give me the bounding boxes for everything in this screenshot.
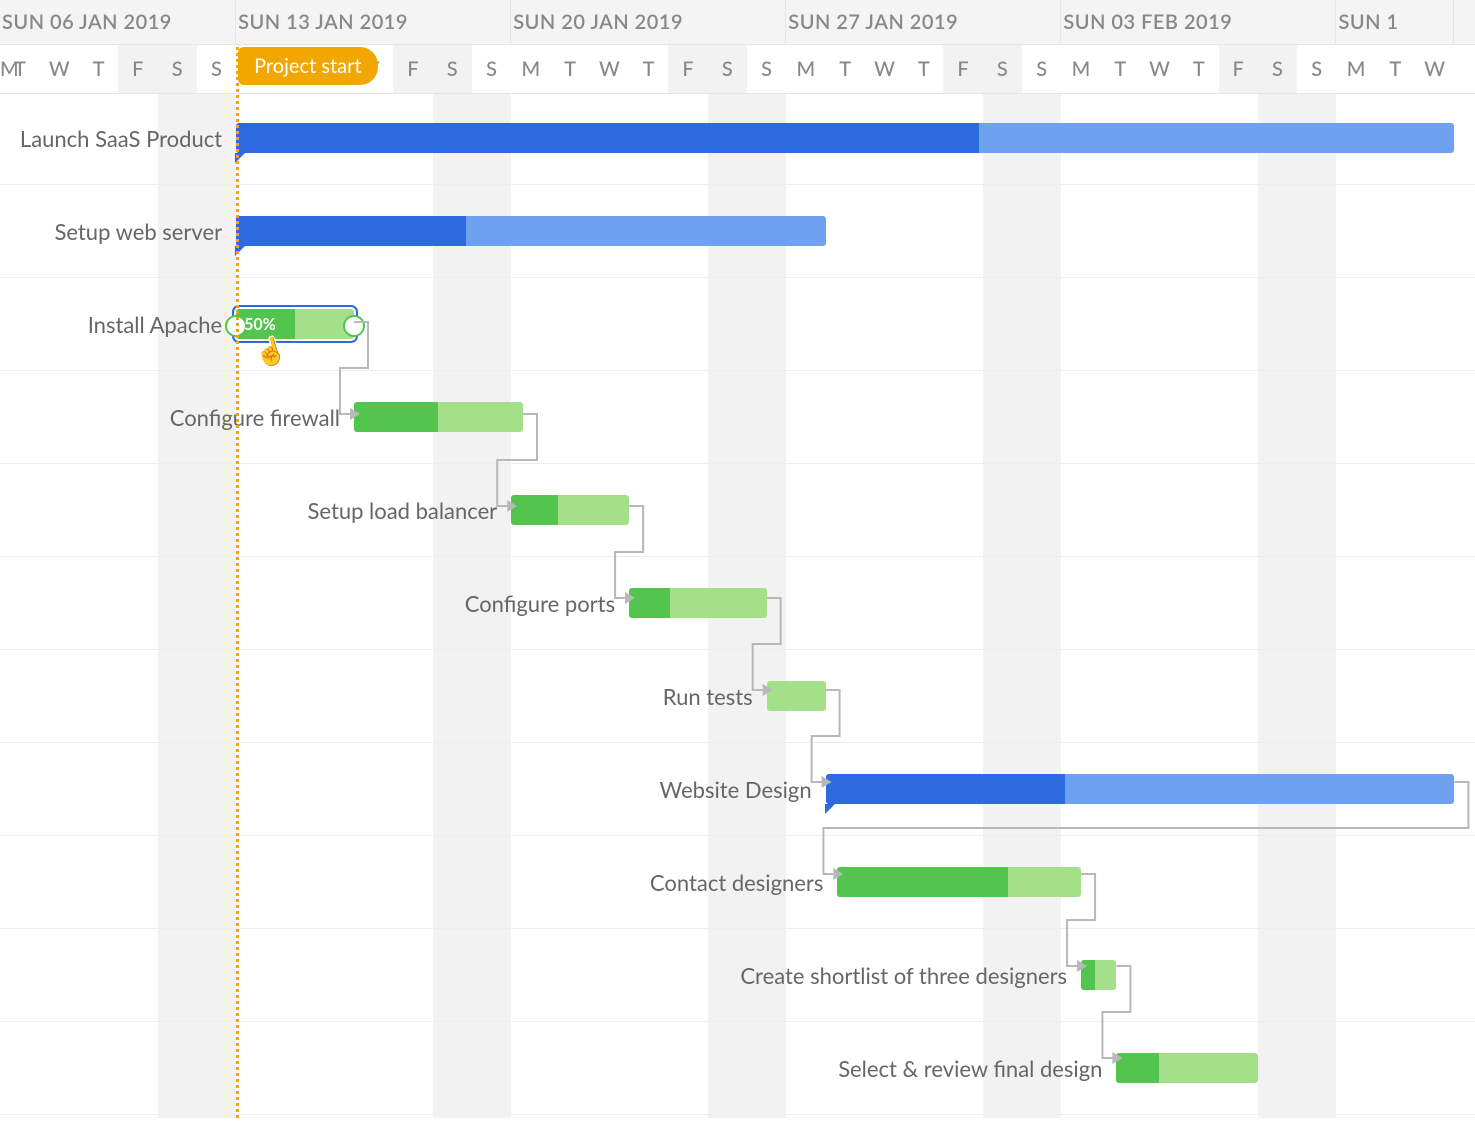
timeline-day: M — [786, 45, 825, 93]
task-bar[interactable] — [1081, 960, 1116, 990]
summary-bar[interactable] — [236, 216, 826, 246]
task-label: Configure firewall — [170, 371, 340, 463]
task-label: Configure ports — [465, 557, 615, 649]
timeline-day: F — [393, 45, 432, 93]
timeline-day: T — [629, 45, 668, 93]
timeline-day: S — [433, 45, 472, 93]
task-progress — [629, 588, 670, 618]
timeline-day: W — [865, 45, 904, 93]
task-row: Website Design — [0, 743, 1475, 836]
task-row: Install Apache 50%☝ — [0, 278, 1475, 371]
task-row: Configure ports — [0, 557, 1475, 650]
task-label: Launch SaaS Product — [20, 92, 222, 184]
timeline-day: S — [983, 45, 1022, 93]
timeline-week-row: SUN 06 JAN 2019SUN 13 JAN 2019SUN 20 JAN… — [0, 0, 1475, 45]
task-row: Select & review final design — [0, 1022, 1475, 1115]
task-bar[interactable] — [837, 867, 1081, 897]
task-row: Contact designers — [0, 836, 1475, 929]
timeline-day: T — [550, 45, 589, 93]
timeline-day: T — [1376, 45, 1415, 93]
task-row: Setup load balancer — [0, 464, 1475, 557]
summary-bar[interactable] — [826, 774, 1455, 804]
task-bar[interactable] — [767, 681, 826, 711]
task-percent-label: 50% — [244, 309, 276, 339]
timeline-day: M — [1336, 45, 1375, 93]
timeline-week: SUN 06 JAN 2019 — [0, 0, 236, 44]
timeline-day: T — [1179, 45, 1218, 93]
timeline-day: S — [157, 45, 196, 93]
task-label: Website Design — [660, 743, 812, 835]
timeline-day: T — [0, 45, 39, 93]
resize-handle-right[interactable] — [343, 315, 365, 337]
task-progress — [1116, 1053, 1158, 1083]
timeline-day: T — [904, 45, 943, 93]
task-bar[interactable] — [629, 588, 767, 618]
task-progress — [236, 216, 466, 246]
timeline-day: W — [1140, 45, 1179, 93]
task-row: Setup web server — [0, 185, 1475, 278]
timeline-day: W — [590, 45, 629, 93]
project-start-line — [236, 47, 239, 1118]
timeline-day: S — [1297, 45, 1336, 93]
timeline-day: T — [826, 45, 865, 93]
timeline-week: SUN 1 — [1336, 0, 1454, 44]
timeline-day: S — [472, 45, 511, 93]
timeline-day: W — [40, 45, 79, 93]
task-row: Run tests — [0, 650, 1475, 743]
summary-bar[interactable] — [236, 123, 1454, 153]
task-label: Install Apache — [88, 278, 222, 370]
timeline-week: SUN 03 FEB 2019 — [1061, 0, 1336, 44]
task-progress — [826, 774, 1065, 804]
task-label: Select & review final design — [838, 1022, 1102, 1114]
task-label: Setup web server — [55, 185, 223, 277]
task-label: Contact designers — [650, 836, 823, 928]
task-progress — [1081, 960, 1095, 990]
timeline-day: M — [1061, 45, 1100, 93]
task-progress — [837, 867, 1008, 897]
timeline-day: S — [1258, 45, 1297, 93]
task-bar[interactable] — [511, 495, 629, 525]
task-label: Setup load balancer — [308, 464, 498, 556]
task-label: Run tests — [663, 650, 753, 742]
timeline-day: S — [197, 45, 236, 93]
timeline-day: S — [708, 45, 747, 93]
timeline-day: F — [1219, 45, 1258, 93]
timeline-day: T — [1101, 45, 1140, 93]
timeline-day: F — [118, 45, 157, 93]
gantt-chart[interactable]: SUN 06 JAN 2019SUN 13 JAN 2019SUN 20 JAN… — [0, 0, 1475, 1118]
task-progress — [354, 402, 438, 432]
timeline-day: F — [668, 45, 707, 93]
timeline-day: M — [511, 45, 550, 93]
task-row: Configure firewall — [0, 371, 1475, 464]
task-row: Launch SaaS Product — [0, 92, 1475, 185]
task-progress — [511, 495, 558, 525]
project-start-label: Project start — [254, 54, 361, 78]
task-bar[interactable] — [1116, 1053, 1257, 1083]
timeline-day-row: MTWTFSSMTWTFSSMTWTFSSMTWTFSSMTWTFSSMTW — [0, 45, 1475, 94]
timeline-day: S — [747, 45, 786, 93]
timeline-day: T — [79, 45, 118, 93]
timeline-day: F — [943, 45, 982, 93]
task-bar[interactable] — [354, 402, 523, 432]
project-start-flag[interactable]: Project start — [238, 47, 377, 85]
timeline-day: W — [1415, 45, 1454, 93]
task-label: Create shortlist of three designers — [740, 929, 1067, 1021]
timeline-week: SUN 13 JAN 2019 — [236, 0, 511, 44]
timeline-week: SUN 27 JAN 2019 — [786, 0, 1061, 44]
timeline-day: S — [1022, 45, 1061, 93]
task-bar[interactable]: 50%☝ — [236, 309, 354, 339]
timeline-week: SUN 20 JAN 2019 — [511, 0, 786, 44]
task-row: Create shortlist of three designers — [0, 929, 1475, 1022]
gantt-rows: Launch SaaS ProductSetup web serverInsta… — [0, 92, 1475, 1115]
timeline-header: SUN 06 JAN 2019SUN 13 JAN 2019SUN 20 JAN… — [0, 0, 1475, 94]
task-progress — [236, 123, 979, 153]
